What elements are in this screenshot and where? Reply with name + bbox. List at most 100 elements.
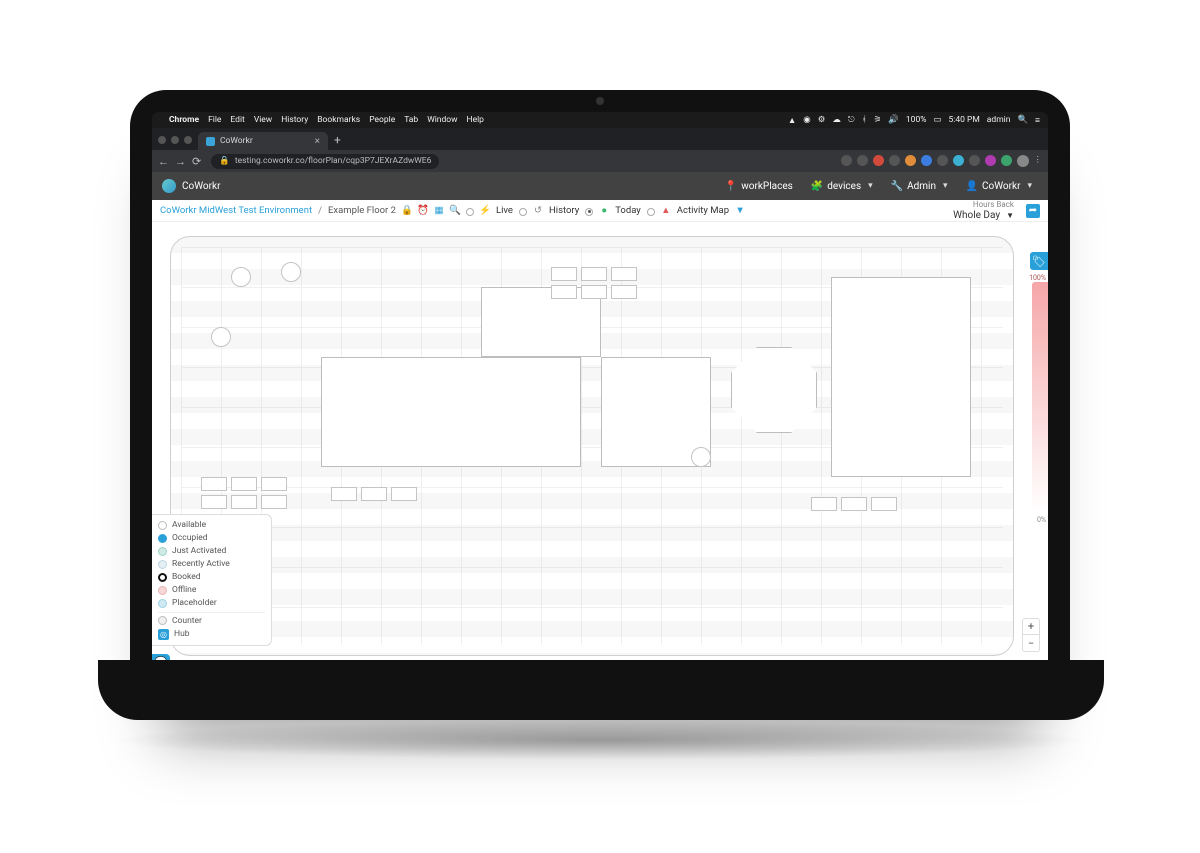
menubar-app[interactable]: Chrome xyxy=(169,115,199,125)
macos-menubar: Chrome File Edit View History Bookmarks … xyxy=(152,112,1048,128)
extension-icon[interactable] xyxy=(969,155,980,166)
menu-icon[interactable]: ≡ xyxy=(1035,115,1040,126)
user-label[interactable]: admin xyxy=(987,115,1011,125)
status-icon[interactable]: ☁ xyxy=(832,115,841,125)
nav-devices[interactable]: 🧩 devices xyxy=(805,181,879,192)
forward-icon[interactable]: → xyxy=(175,155,186,168)
app-brand[interactable]: CoWorkr xyxy=(182,181,220,192)
table-icon xyxy=(281,262,301,282)
desk-icon xyxy=(811,497,837,511)
reload-icon[interactable]: ⟳ xyxy=(192,155,201,168)
chrome-menu-icon[interactable]: ⋮ xyxy=(1034,155,1043,167)
mode-today-radio[interactable] xyxy=(585,208,593,216)
new-tab-button[interactable]: + xyxy=(334,133,341,150)
desk-icon xyxy=(261,495,287,509)
extension-icon[interactable] xyxy=(889,155,900,166)
menubar-item[interactable]: Window xyxy=(427,115,457,125)
hours-back-dropdown[interactable]: Whole Day ▼ xyxy=(953,210,1014,221)
menubar-item[interactable]: File xyxy=(208,115,221,125)
legend-item-offline: Offline xyxy=(158,584,265,597)
window-zoom-icon[interactable] xyxy=(184,136,192,144)
legend-item-available: Available xyxy=(158,519,265,532)
mode-live-label[interactable]: Live xyxy=(496,205,513,216)
address-bar[interactable]: 🔒 testing.coworkr.co/floorPlan/cqp3P7JEX… xyxy=(211,154,439,169)
legend-item-recently-active: Recently Active xyxy=(158,558,265,571)
mode-history-label[interactable]: History xyxy=(549,205,579,216)
mode-today-label[interactable]: Today xyxy=(615,205,641,216)
extension-icon[interactable] xyxy=(873,155,884,166)
extension-icon[interactable] xyxy=(1001,155,1012,166)
extension-icon[interactable] xyxy=(905,155,916,166)
zoom-in-button[interactable]: + xyxy=(1023,619,1039,635)
lock-icon: 🔒 xyxy=(219,156,230,166)
extension-icon[interactable] xyxy=(921,155,932,166)
favicon-icon xyxy=(206,137,215,146)
search-icon[interactable]: 🔍 xyxy=(450,206,460,216)
battery-label[interactable]: 100% xyxy=(906,115,927,125)
filter-icon[interactable]: ▼ xyxy=(735,206,745,216)
grid-icon[interactable]: ▦ xyxy=(434,206,444,216)
dot-icon: ● xyxy=(599,206,609,216)
wrench-icon: 🔧 xyxy=(891,181,903,192)
window-minimize-icon[interactable] xyxy=(171,136,179,144)
alarm-icon[interactable]: ⏰ xyxy=(418,206,428,216)
extension-icon[interactable] xyxy=(857,155,868,166)
desk-icon xyxy=(581,267,607,281)
nav-admin[interactable]: 🔧 Admin xyxy=(885,181,954,192)
share-button[interactable]: ➦ xyxy=(1026,204,1040,218)
clock[interactable]: 5:40 PM xyxy=(949,115,980,125)
menubar-item[interactable]: View xyxy=(254,115,272,125)
extension-icon[interactable] xyxy=(953,155,964,166)
floorplan-canvas[interactable]: 🏷 100% 0% xyxy=(152,222,1048,692)
tags-button[interactable]: 🏷 xyxy=(1030,252,1048,270)
floorplan[interactable] xyxy=(170,236,1014,656)
legend-item-placeholder: Placeholder xyxy=(158,597,265,610)
status-dot-icon xyxy=(158,586,167,595)
menubar-item[interactable]: Bookmarks xyxy=(317,115,360,125)
menubar-item[interactable]: Tab xyxy=(404,115,418,125)
zoom-out-button[interactable]: − xyxy=(1023,635,1039,651)
extension-icon[interactable] xyxy=(985,155,996,166)
battery-icon[interactable]: ▭ xyxy=(933,115,941,125)
menubar-item[interactable]: History xyxy=(281,115,308,125)
table-icon xyxy=(211,327,231,347)
status-dot-icon xyxy=(158,521,167,530)
breadcrumb-environment[interactable]: CoWorkr MidWest Test Environment xyxy=(160,205,312,216)
wifi-icon[interactable]: ⚞ xyxy=(874,115,882,125)
search-icon[interactable]: 🔍 xyxy=(1017,115,1028,125)
nav-user[interactable]: 👤 CoWorkr xyxy=(960,181,1038,192)
mode-activity-radio[interactable] xyxy=(647,208,655,216)
lock-icon[interactable]: 🔒 xyxy=(402,206,412,216)
window-close-icon[interactable] xyxy=(158,136,166,144)
nav-workplaces[interactable]: 📍 workPlaces xyxy=(719,181,799,192)
desk-icon xyxy=(551,285,577,299)
extension-icon[interactable] xyxy=(937,155,948,166)
hours-back-label: Hours Back xyxy=(973,200,1014,209)
menubar-item[interactable]: People xyxy=(369,115,395,125)
mode-live-radio[interactable] xyxy=(466,208,474,216)
status-icon[interactable]: ⎋ xyxy=(848,115,855,125)
close-tab-icon[interactable]: × xyxy=(315,136,320,147)
desk-icon xyxy=(231,495,257,509)
url-text: testing.coworkr.co/floorPlan/cqp3P7JEXrA… xyxy=(235,156,432,166)
back-icon[interactable]: ← xyxy=(158,155,169,168)
menubar-item[interactable]: Edit xyxy=(230,115,244,125)
bluetooth-icon[interactable]: ᚼ xyxy=(862,115,867,125)
mode-activity-label[interactable]: Activity Map xyxy=(677,205,729,216)
legend-item-booked: Booked xyxy=(158,571,265,584)
status-icon[interactable]: ⚙ xyxy=(818,115,826,125)
profile-avatar[interactable] xyxy=(1017,155,1029,167)
room xyxy=(321,357,581,467)
table-icon xyxy=(691,447,711,467)
extension-icon[interactable] xyxy=(841,155,852,166)
browser-tab[interactable]: CoWorkr × xyxy=(198,132,328,150)
menubar-item[interactable]: Help xyxy=(467,115,484,125)
desk-icon xyxy=(361,487,387,501)
hub-icon: ◎ xyxy=(158,629,169,640)
mode-history-radio[interactable] xyxy=(519,208,527,216)
status-icon[interactable]: ▲ xyxy=(788,115,796,126)
status-icon[interactable]: ◉ xyxy=(803,115,810,125)
legend-item-occupied: Occupied xyxy=(158,532,265,545)
volume-icon[interactable]: 🔊 xyxy=(888,115,899,125)
pin-icon: 📍 xyxy=(725,181,737,192)
